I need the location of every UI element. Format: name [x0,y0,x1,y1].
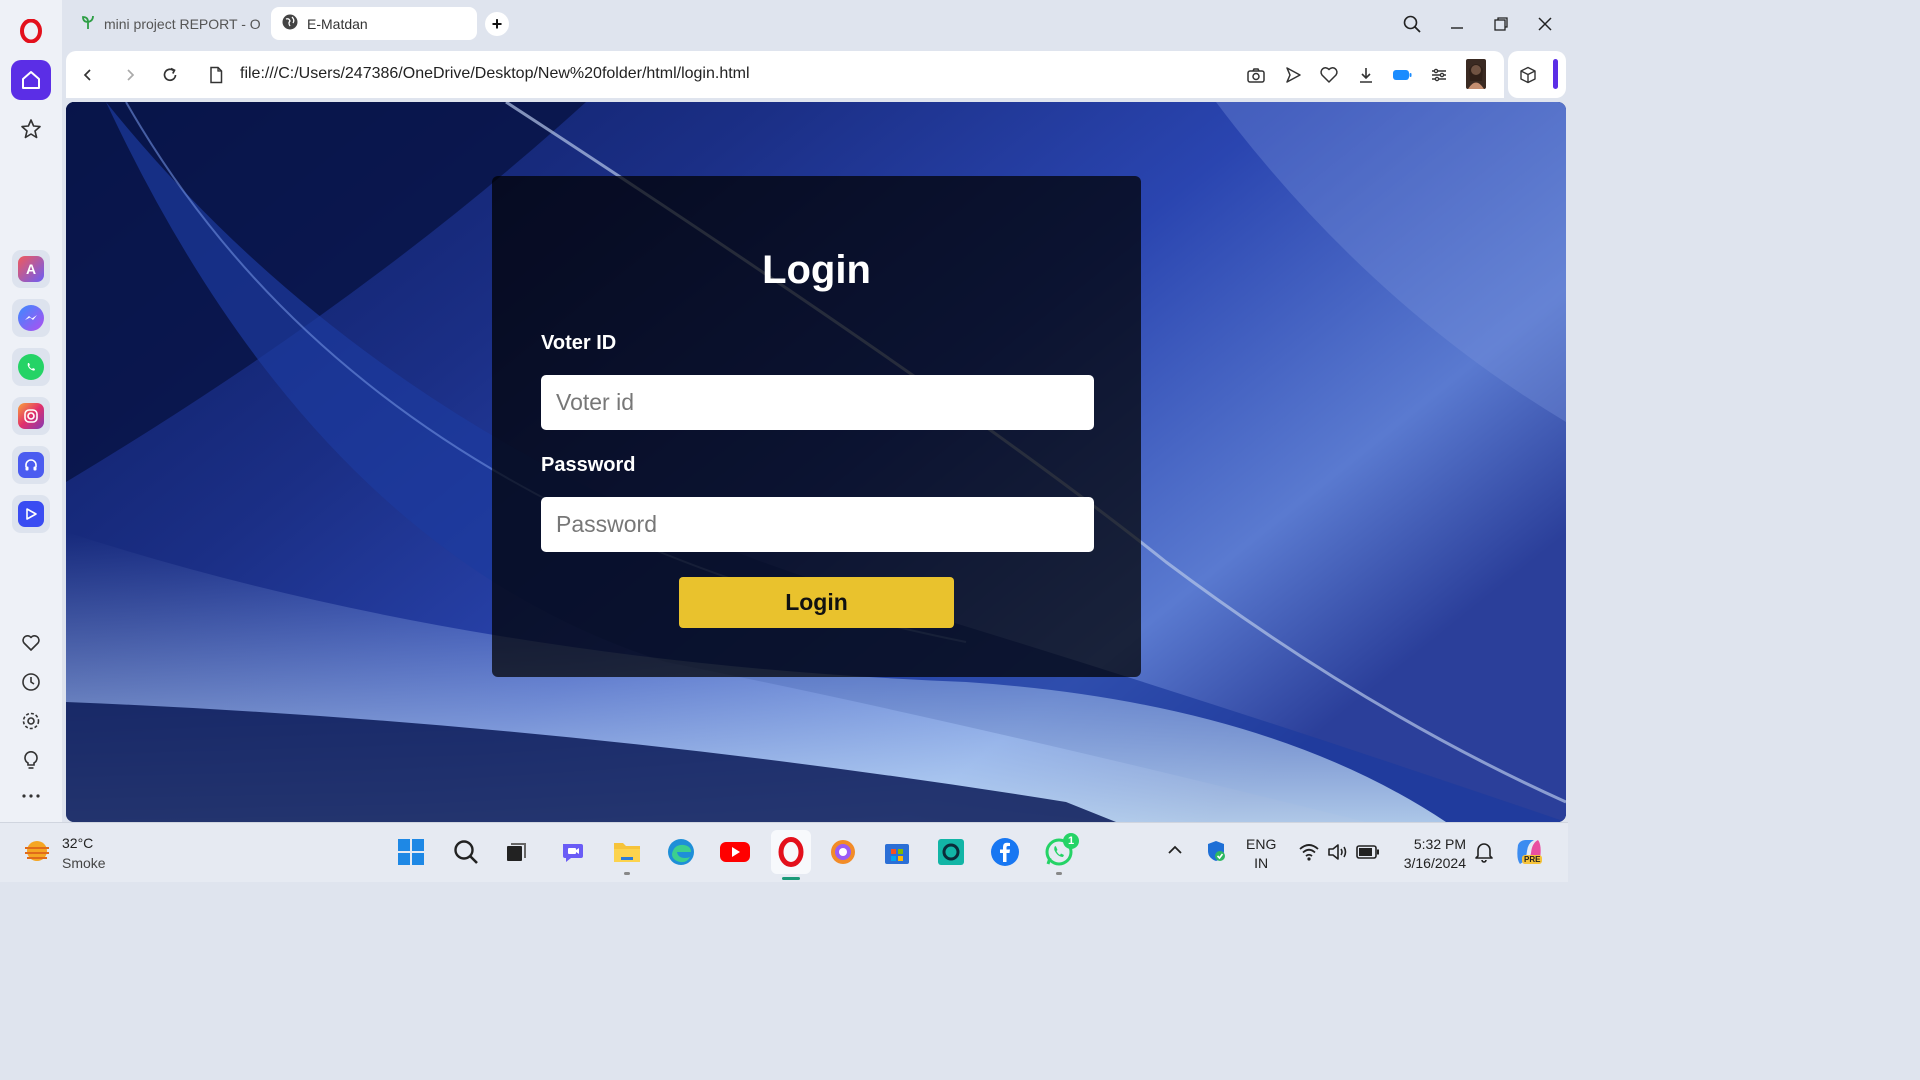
easy-setup-icon[interactable] [1427,63,1451,87]
whatsapp-icon[interactable] [12,348,50,386]
notification-badge: 1 [1063,833,1079,849]
search-icon[interactable] [1399,11,1425,37]
running-indicator [1056,872,1062,875]
taskbar: 32°C Smoke 1 ENG IN 5:32 PM 3/16/2024 PR… [0,822,1568,882]
smoke-weather-icon [22,836,52,871]
opera-sidebar: A [0,0,62,822]
whatsapp-icon[interactable]: 1 [1042,833,1079,875]
tab-strip: mini project REPORT - Onl E-Matdan + [62,0,1568,50]
aria-icon[interactable]: A [12,250,50,288]
camera-icon[interactable] [1244,63,1268,87]
speed-dial-icon[interactable] [11,109,51,149]
player-icon[interactable] [12,495,50,533]
file-explorer-icon[interactable] [610,835,644,875]
wifi-icon[interactable] [1298,843,1320,864]
input-language-indicator[interactable]: ENG IN [1246,835,1276,873]
region-code: IN [1254,855,1269,871]
send-icon[interactable] [1281,63,1305,87]
history-icon[interactable] [11,662,51,702]
weather-widget[interactable]: 32°C Smoke [22,833,106,873]
search-icon[interactable] [449,835,483,869]
clock[interactable]: 5:32 PM 3/16/2024 [1394,835,1466,873]
instagram-icon[interactable] [12,397,50,435]
page-viewport: Login Voter ID Password Login [66,102,1566,822]
windows-security-icon[interactable] [1205,839,1227,866]
language-code: ENG [1246,836,1277,852]
battery-icon[interactable] [1356,845,1380,862]
extensions-area [1508,51,1566,98]
password-label: Password [541,454,636,476]
minimize-icon[interactable] [1444,11,1470,37]
volume-icon[interactable] [1327,843,1349,864]
preview-badge: PRE [1522,855,1543,864]
new-tab-button[interactable]: + [485,12,509,36]
notification-bell-icon[interactable] [1474,841,1494,866]
download-icon[interactable] [1354,63,1378,87]
app-teal-icon[interactable] [934,835,968,869]
forward-icon[interactable] [118,63,142,87]
show-hidden-icons-chevron-icon[interactable] [1166,843,1184,860]
url-field[interactable]: file:///C:/Users/247386/OneDrive/Desktop… [240,65,750,83]
heart-icon[interactable] [1317,63,1341,87]
lightbulb-icon[interactable] [11,740,51,780]
more-icon[interactable] [11,776,51,816]
opera-logo-icon[interactable] [11,11,51,51]
close-icon[interactable] [1532,11,1558,37]
extensions-icon[interactable] [1516,63,1540,87]
voter-id-label: Voter ID [541,332,617,354]
login-card: Login Voter ID Password Login [492,176,1141,677]
battery-saver-icon[interactable] [1390,63,1414,87]
music-player-icon[interactable] [12,446,50,484]
tab-mini-project-report[interactable]: mini project REPORT - Onl [70,7,270,40]
globe-icon [281,13,299,34]
sidebar-toggle[interactable] [1553,59,1558,89]
teams-chat-icon[interactable] [556,835,590,869]
time: 5:32 PM [1413,836,1466,852]
address-bar: file:///C:/Users/247386/OneDrive/Desktop… [66,51,1504,98]
login-button[interactable]: Login [679,577,954,628]
voter-id-input[interactable] [541,375,1094,430]
copilot-icon[interactable]: PRE [1514,837,1544,870]
profile-avatar[interactable] [1464,58,1488,90]
sprout-icon [80,14,96,33]
youtube-icon[interactable] [718,835,752,869]
restore-icon[interactable] [1488,11,1514,37]
brave-shield-icon[interactable] [826,835,860,869]
edge-icon[interactable] [664,835,698,869]
back-icon[interactable] [76,63,100,87]
settings-icon[interactable] [11,701,51,741]
tab-e-matdan[interactable]: E-Matdan [271,7,477,40]
login-title: Login [762,248,871,292]
task-view-icon[interactable] [500,835,534,869]
microsoft-store-icon[interactable] [880,835,914,869]
date: 3/16/2024 [1403,855,1466,871]
weather-temp: 32°C [62,835,94,851]
tab-label: E-Matdan [307,15,368,32]
file-icon [204,63,228,87]
password-input[interactable] [541,497,1094,552]
active-indicator [782,877,800,880]
running-indicator [624,872,630,875]
opera-taskbar-icon[interactable] [771,830,811,880]
facebook-icon[interactable] [988,835,1022,869]
home-icon[interactable] [11,60,51,100]
reload-icon[interactable] [158,63,182,87]
tab-label: mini project REPORT - Onl [104,15,260,32]
windows-start-icon[interactable] [394,835,428,869]
messenger-icon[interactable] [12,299,50,337]
heart-icon[interactable] [11,623,51,663]
weather-desc: Smoke [62,855,106,871]
